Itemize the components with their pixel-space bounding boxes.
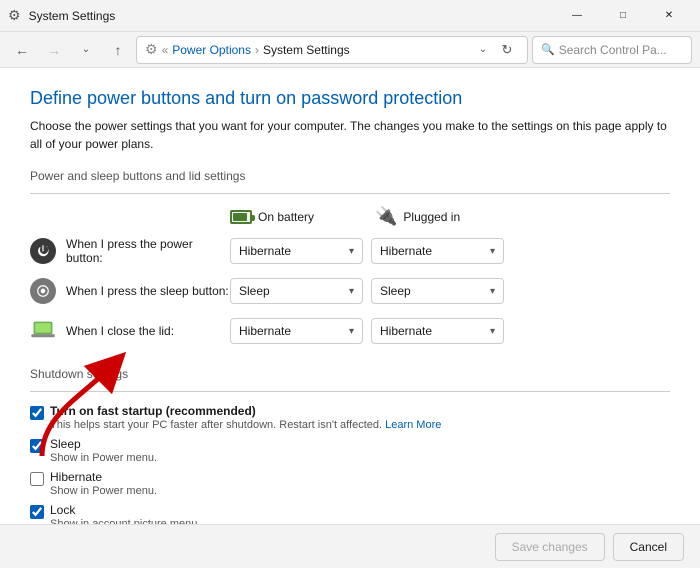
- breadcrumb-power-options[interactable]: Power Options: [172, 43, 251, 57]
- shutdown-divider: [30, 391, 670, 392]
- sleep-row: Sleep Show in Power menu.: [30, 437, 670, 464]
- main-content: Define power buttons and turn on passwor…: [0, 68, 700, 524]
- breadcrumb-icon: ⚙: [145, 41, 158, 58]
- back-button[interactable]: ←: [8, 36, 36, 64]
- hibernate-content: Hibernate Show in Power menu.: [50, 470, 157, 497]
- lid-battery-value: Hibernate: [239, 324, 291, 338]
- col-battery-label: On battery: [258, 210, 314, 224]
- fast-startup-title: Turn on fast startup (recommended): [50, 404, 441, 418]
- title-bar: ⚙ System Settings — □ ✕: [0, 0, 700, 32]
- power-button-battery-value: Hibernate: [239, 244, 291, 258]
- power-button-plugged-value: Hibernate: [380, 244, 432, 258]
- sleep-content: Sleep Show in Power menu.: [50, 437, 157, 464]
- power-button-icon: [30, 238, 56, 264]
- fast-startup-checkbox[interactable]: [30, 406, 44, 420]
- sleep-button-plugged-dropdown[interactable]: Sleep ▾: [371, 278, 504, 304]
- maximize-button[interactable]: □: [600, 0, 646, 32]
- window-title: System Settings: [29, 9, 546, 23]
- hibernate-row: Hibernate Show in Power menu.: [30, 470, 670, 497]
- sleep-desc: Show in Power menu.: [50, 452, 157, 464]
- lid-battery-dropdown[interactable]: Hibernate ▾: [230, 318, 363, 344]
- lock-content: Lock Show in account picture menu.: [50, 503, 200, 524]
- lid-row: When I close the lid: Hibernate ▾ Hibern…: [30, 315, 670, 347]
- fast-startup-desc: This helps start your PC faster after sh…: [50, 419, 441, 431]
- lock-desc: Show in account picture menu.: [50, 518, 200, 524]
- chevron-down-icon: ▾: [490, 286, 495, 297]
- close-button[interactable]: ✕: [646, 0, 692, 32]
- col-plugged-label: Plugged in: [403, 210, 460, 224]
- section1-divider: [30, 193, 670, 194]
- window-icon: ⚙: [8, 7, 21, 24]
- col-plugged-header: 🔌 Plugged in: [375, 206, 520, 227]
- shutdown-settings-section: Shutdown settings Turn on fast startup (…: [30, 367, 670, 524]
- sleep-button-plugged-value: Sleep: [380, 284, 411, 298]
- sleep-button-icon: [30, 278, 56, 304]
- sleep-title: Sleep: [50, 437, 157, 451]
- fast-startup-row: Turn on fast startup (recommended) This …: [30, 404, 670, 431]
- address-dropdown-button[interactable]: ⌄: [473, 36, 493, 64]
- sleep-checkbox[interactable]: [30, 439, 44, 453]
- address-bar[interactable]: ⚙ « Power Options › System Settings ⌄ ↻: [136, 36, 528, 64]
- power-button-plugged-dropdown[interactable]: Hibernate ▾: [371, 238, 504, 264]
- breadcrumb-sep2: ›: [255, 43, 259, 57]
- hibernate-checkbox[interactable]: [30, 472, 44, 486]
- address-actions: ⌄ ↻: [473, 36, 519, 64]
- chevron-down-icon: ▾: [490, 246, 495, 257]
- learn-more-link[interactable]: Learn More: [385, 419, 441, 431]
- up-button[interactable]: ↑: [104, 36, 132, 64]
- fast-startup-content: Turn on fast startup (recommended) This …: [50, 404, 441, 431]
- lock-row: Lock Show in account picture menu.: [30, 503, 670, 524]
- shutdown-label: Shutdown settings: [30, 367, 670, 381]
- power-table-header: On battery 🔌 Plugged in: [30, 206, 670, 227]
- sleep-button-battery-dropdown[interactable]: Sleep ▾: [230, 278, 363, 304]
- window-controls: — □ ✕: [554, 0, 692, 32]
- minimize-button[interactable]: —: [554, 0, 600, 32]
- power-button-label: When I press the power button:: [66, 237, 230, 265]
- footer: Save changes Cancel: [0, 524, 700, 568]
- breadcrumb-system-settings: System Settings: [263, 43, 350, 57]
- hibernate-desc: Show in Power menu.: [50, 485, 157, 497]
- content-wrapper: Define power buttons and turn on passwor…: [0, 68, 700, 524]
- lock-title: Lock: [50, 503, 200, 517]
- hibernate-title: Hibernate: [50, 470, 157, 484]
- power-settings-table: When I press the power button: Hibernate…: [30, 235, 670, 347]
- battery-icon: [230, 210, 252, 224]
- power-button-row: When I press the power button: Hibernate…: [30, 235, 670, 267]
- lock-checkbox[interactable]: [30, 505, 44, 519]
- dropdown-button[interactable]: ⌄: [72, 36, 100, 64]
- lid-plugged-dropdown[interactable]: Hibernate ▾: [371, 318, 504, 344]
- power-button-battery-dropdown[interactable]: Hibernate ▾: [230, 238, 363, 264]
- chevron-down-icon: ▾: [349, 326, 354, 337]
- search-placeholder: Search Control Pa...: [559, 43, 667, 57]
- nav-bar: ← → ⌄ ↑ ⚙ « Power Options › System Setti…: [0, 32, 700, 68]
- sleep-button-row: When I press the sleep button: Sleep ▾ S…: [30, 275, 670, 307]
- chevron-down-icon: ▾: [490, 326, 495, 337]
- lid-icon: [30, 318, 56, 344]
- plug-icon: 🔌: [375, 206, 397, 227]
- chevron-down-icon: ▾: [349, 246, 354, 257]
- cancel-button[interactable]: Cancel: [613, 533, 684, 561]
- sleep-button-label: When I press the sleep button:: [66, 284, 230, 298]
- page-description: Choose the power settings that you want …: [30, 117, 670, 153]
- save-changes-button[interactable]: Save changes: [495, 533, 605, 561]
- refresh-button[interactable]: ↻: [495, 36, 519, 64]
- breadcrumb-sep1: «: [162, 43, 169, 57]
- col-battery-header: On battery: [230, 210, 375, 224]
- lid-label: When I close the lid:: [66, 324, 230, 338]
- search-icon: 🔍: [541, 43, 555, 56]
- forward-button[interactable]: →: [40, 36, 68, 64]
- page-title: Define power buttons and turn on passwor…: [30, 88, 670, 109]
- lid-plugged-value: Hibernate: [380, 324, 432, 338]
- sleep-button-battery-value: Sleep: [239, 284, 270, 298]
- chevron-down-icon: ▾: [349, 286, 354, 297]
- section1-label: Power and sleep buttons and lid settings: [30, 169, 670, 183]
- search-box[interactable]: 🔍 Search Control Pa...: [532, 36, 692, 64]
